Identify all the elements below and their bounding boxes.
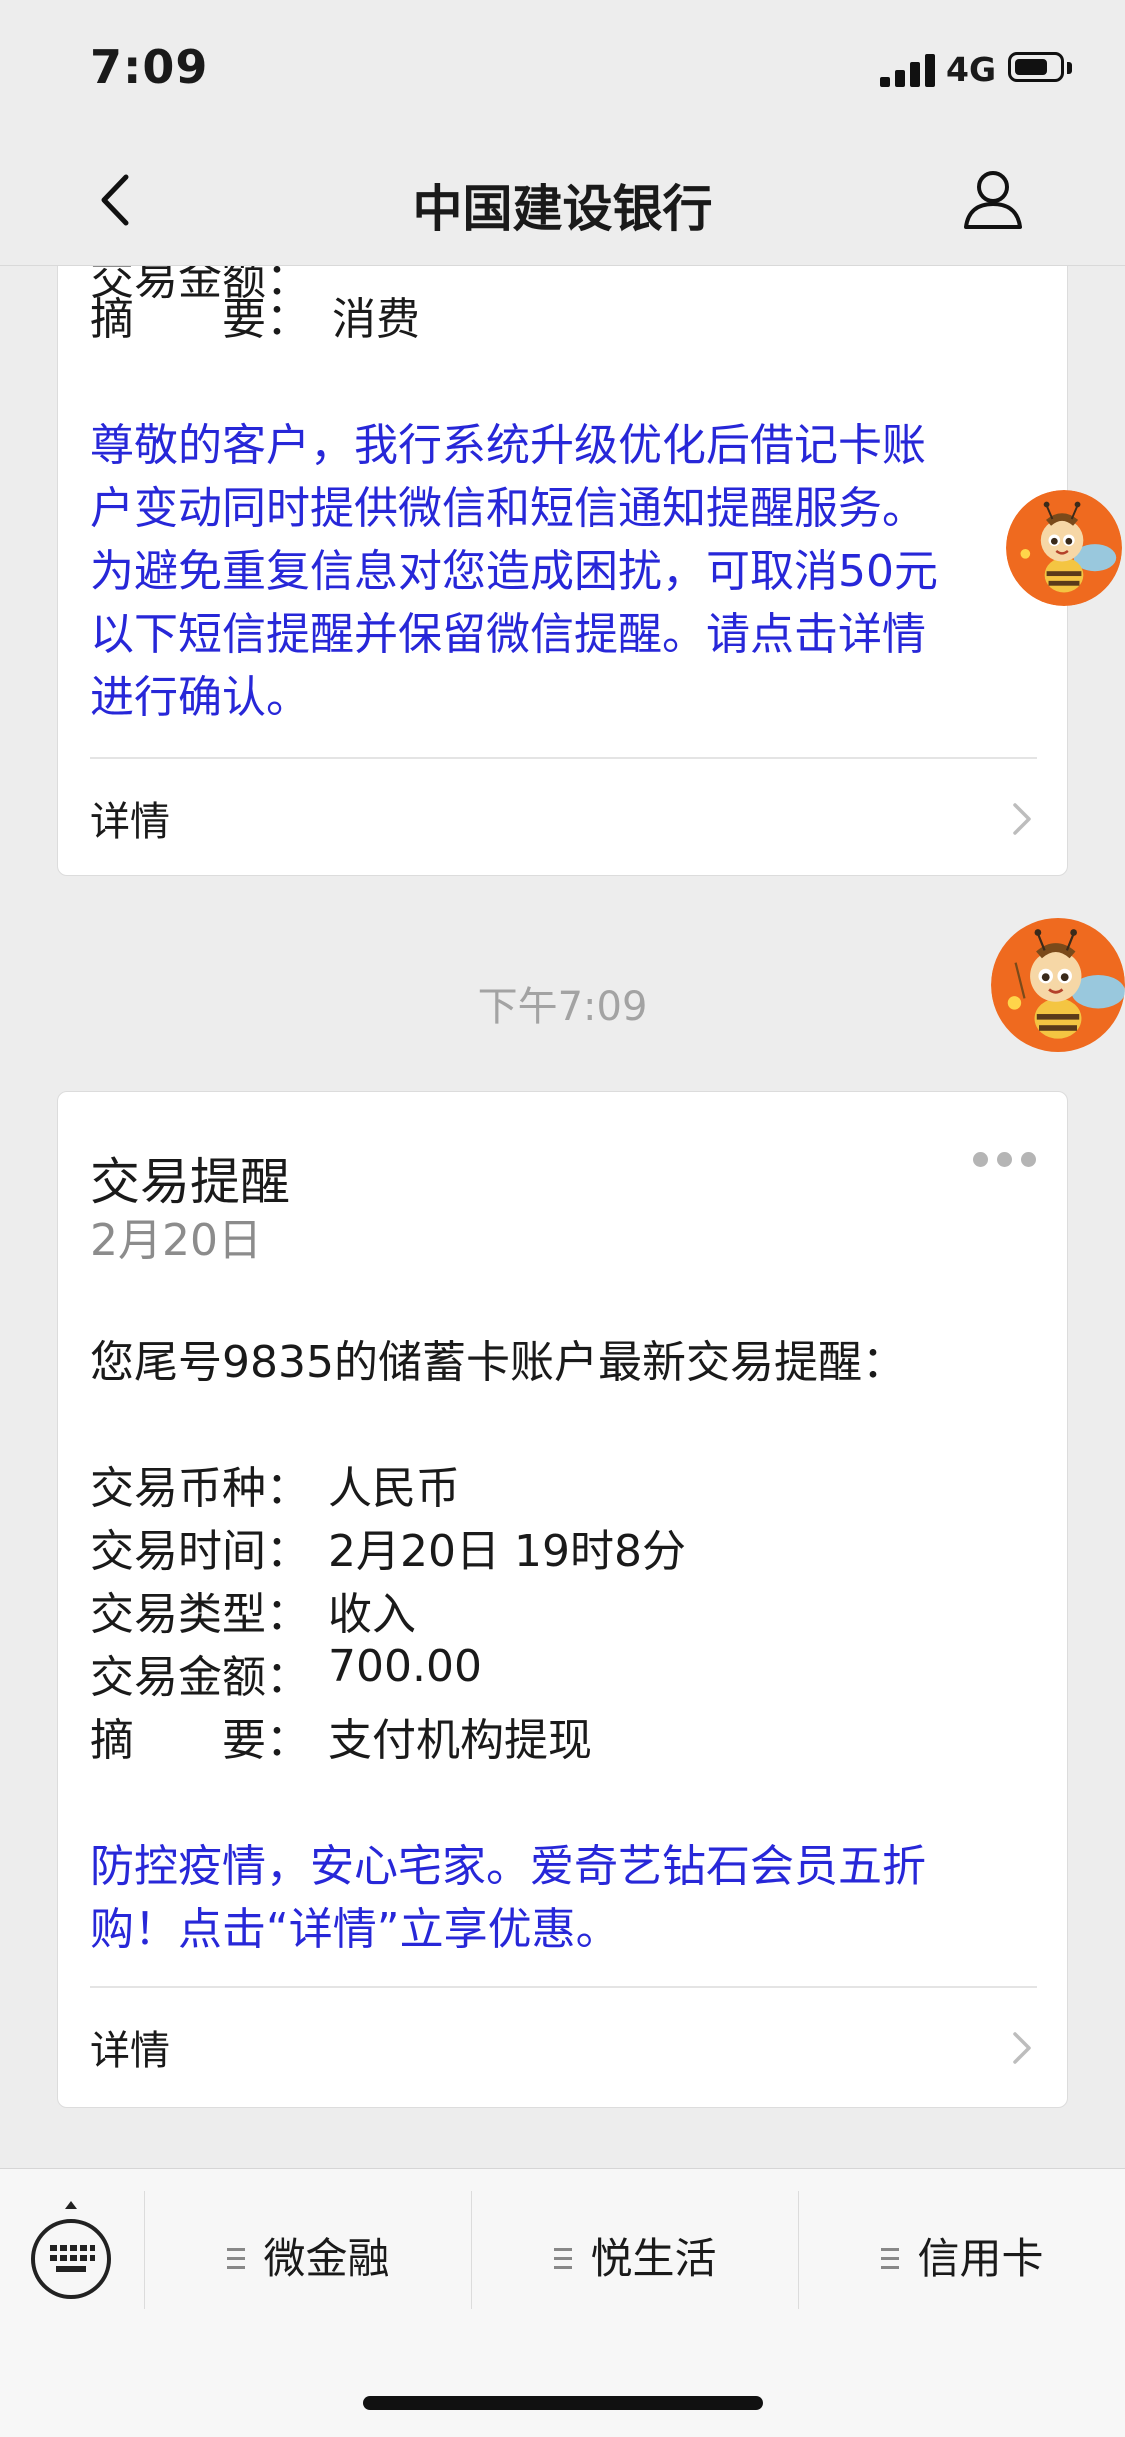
chevron-right-icon: [1013, 803, 1031, 835]
field-label-amount: 交易金额：: [90, 1652, 310, 1703]
detail-link[interactable]: 详情: [58, 1988, 1067, 2108]
message-card-transaction: 交易提醒 2月20日 您尾号9835的储蓄卡账户最新交易提醒： 交易币种： 人民…: [57, 1091, 1068, 2108]
user-icon[interactable]: [962, 167, 1024, 231]
menu-item-credit-card[interactable]: 信用卡: [798, 2191, 1125, 2309]
menu-lines-icon: [881, 2247, 900, 2270]
notice-line-1: 尊敬的客户，我行系统升级优化后借记卡账: [90, 420, 926, 471]
menu-item-yue-life[interactable]: 悦生活: [471, 2191, 799, 2309]
nav-bar: 中国建设银行: [0, 135, 1125, 266]
bank-mascot-avatar[interactable]: [1006, 490, 1122, 606]
keyboard-icon[interactable]: [28, 2199, 114, 2309]
field-value-currency: 人民币: [328, 1463, 460, 1514]
bank-mascot-avatar[interactable]: [991, 915, 1125, 1055]
promo-line-1: 防控疫情，安心宅家。爱奇艺钻石会员五折: [90, 1841, 926, 1892]
notice-line-5: 进行确认。: [90, 672, 310, 723]
menu-item-wei-finance[interactable]: 微金融: [144, 2191, 472, 2309]
battery-icon: [1008, 52, 1064, 82]
field-value-amount: 700.00: [328, 1641, 482, 1692]
menu-lines-icon: [554, 2247, 573, 2270]
menu-item-label: 悦生活: [590, 2234, 717, 2283]
home-indicator[interactable]: [363, 2396, 763, 2410]
notice-line-3: 为避免重复信息对您造成困扰，可取消50元: [90, 546, 938, 597]
card-date: 2月20日: [90, 1215, 262, 1266]
field-label-time: 交易时间：: [90, 1526, 310, 1577]
promo-line-2: 购！点击“详情”立享优惠。: [90, 1904, 620, 1955]
field-value-summary: 支付机构提现: [328, 1715, 592, 1766]
timestamp: 下午7:09: [477, 984, 648, 1030]
notice-line-2: 户变动同时提供微信和短信通知提醒服务。: [90, 483, 926, 534]
field-label-summary: 摘 要：: [90, 1715, 310, 1766]
chevron-right-icon: [1013, 2032, 1031, 2064]
detail-label: 详情: [90, 799, 170, 845]
page-title: 中国建设银行: [412, 180, 713, 238]
menu-item-label: 信用卡: [917, 2234, 1044, 2283]
notice-line-4: 以下短信提醒并保留微信提醒。请点击详情: [90, 609, 926, 660]
status-time: 7:09: [90, 40, 209, 94]
summary-label: 摘 要：: [90, 294, 310, 345]
summary-value: 消费: [332, 294, 420, 345]
field-label-currency: 交易币种：: [90, 1463, 310, 1514]
message-card-previous: 交易金额： 摘 要： 消费 尊敬的客户，我行系统升级优化后借记卡账 户变动同时提…: [57, 200, 1068, 876]
menu-lines-icon: [227, 2247, 246, 2270]
detail-link[interactable]: 详情: [58, 759, 1067, 879]
status-bar: 7:09 4G: [0, 0, 1125, 135]
network-type: 4G: [946, 50, 997, 89]
detail-label: 详情: [90, 2028, 170, 2074]
menu-item-label: 微金融: [263, 2234, 390, 2283]
more-icon[interactable]: [973, 1152, 1037, 1168]
field-label-type: 交易类型：: [90, 1589, 310, 1640]
field-value-time: 2月20日 19时8分: [328, 1526, 686, 1577]
field-value-type: 收入: [328, 1589, 416, 1640]
intro-text: 您尾号9835的储蓄卡账户最新交易提醒：: [90, 1337, 906, 1388]
signal-icon: [880, 53, 936, 87]
